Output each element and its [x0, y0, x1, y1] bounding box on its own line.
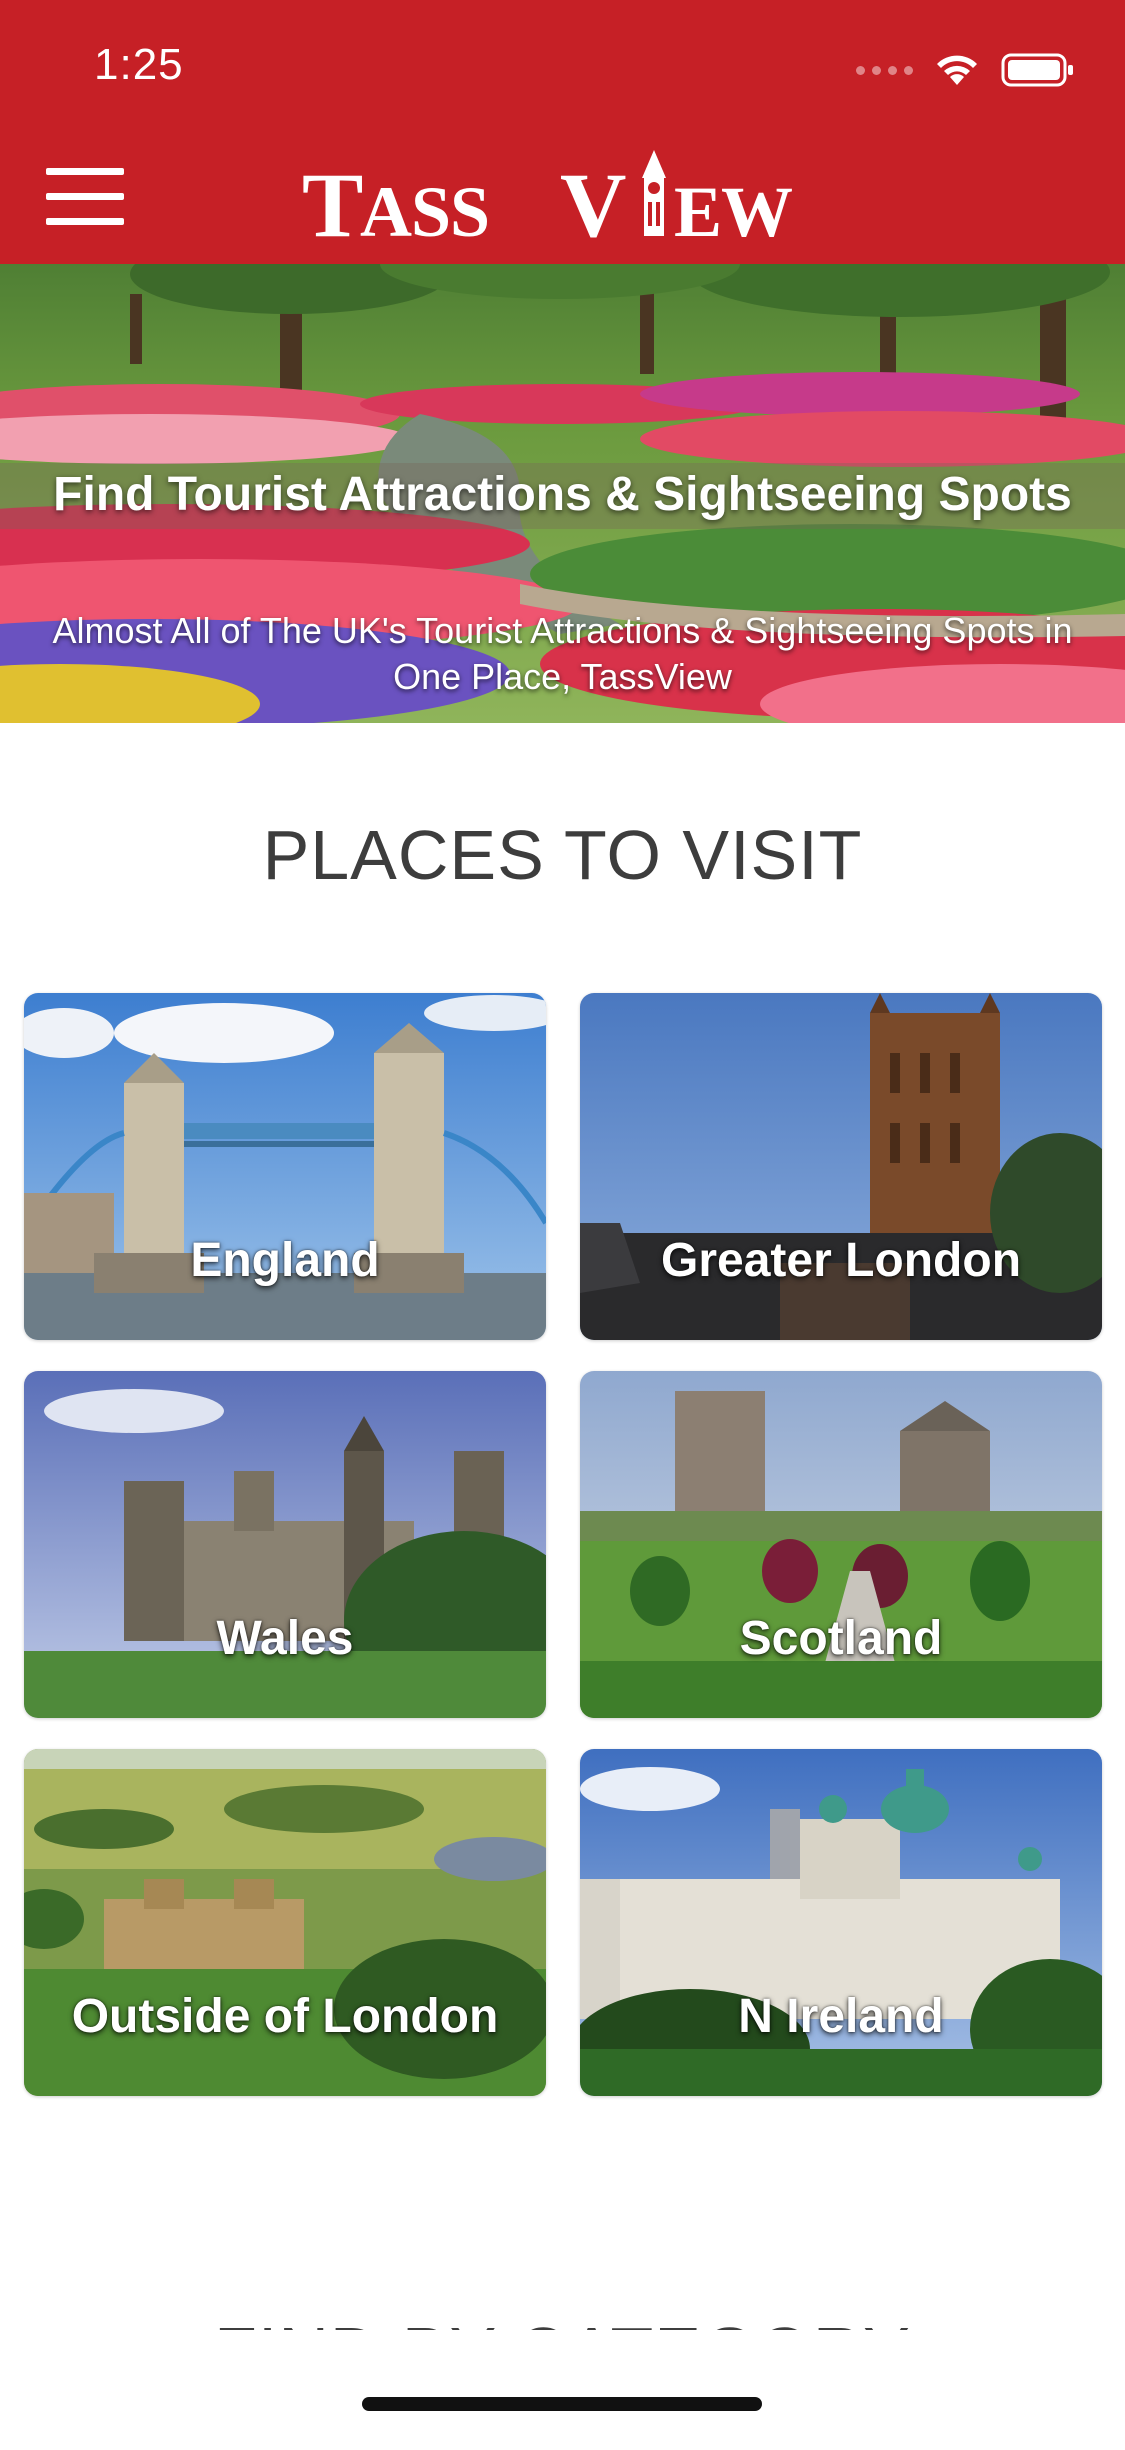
svg-text:T: T: [302, 154, 362, 248]
place-card-label: Greater London: [660, 1234, 1022, 1287]
battery-icon: [1001, 52, 1075, 88]
places-to-visit-heading: PLACES TO VISIT: [262, 816, 863, 894]
place-card-n-ireland[interactable]: N Ireland: [580, 1749, 1102, 2096]
place-card-label: Outside of London: [71, 1990, 499, 2043]
status-time: 1:25: [94, 40, 184, 89]
svg-text:V: V: [560, 154, 626, 248]
svg-text:ASS: ASS: [360, 172, 489, 248]
app-header: 1:25 T ASS V EW: [0, 0, 1125, 264]
place-card-wales[interactable]: Wales: [24, 1371, 546, 1718]
place-card-outside-of-london[interactable]: Outside of London: [24, 1749, 546, 2096]
status-indicators: [856, 50, 1075, 90]
place-card-greater-london[interactable]: Greater London: [580, 993, 1102, 1340]
hero-subtitle: Almost All of The UK's Tourist Attractio…: [52, 610, 1073, 697]
place-card-label: N Ireland: [738, 1990, 944, 2043]
wifi-icon: [935, 53, 979, 87]
hero-title: Find Tourist Attractions & Sightseeing S…: [53, 468, 1072, 521]
cellular-signal-icon: [856, 65, 913, 75]
place-card-england[interactable]: England: [24, 993, 546, 1340]
scroll-clip: [0, 2330, 1125, 2450]
place-card-scotland[interactable]: Scotland: [580, 1371, 1102, 1718]
tassview-logo[interactable]: T ASS V EW: [302, 148, 822, 256]
home-indicator[interactable]: [362, 2397, 762, 2411]
hero-banner: Find Tourist Attractions & Sightseeing S…: [0, 264, 1125, 723]
place-card-label: England: [190, 1234, 380, 1287]
place-card-label: Wales: [216, 1612, 354, 1665]
hamburger-menu-icon[interactable]: [46, 168, 124, 226]
svg-text:EW: EW: [674, 172, 792, 248]
place-card-label: Scotland: [739, 1612, 943, 1665]
